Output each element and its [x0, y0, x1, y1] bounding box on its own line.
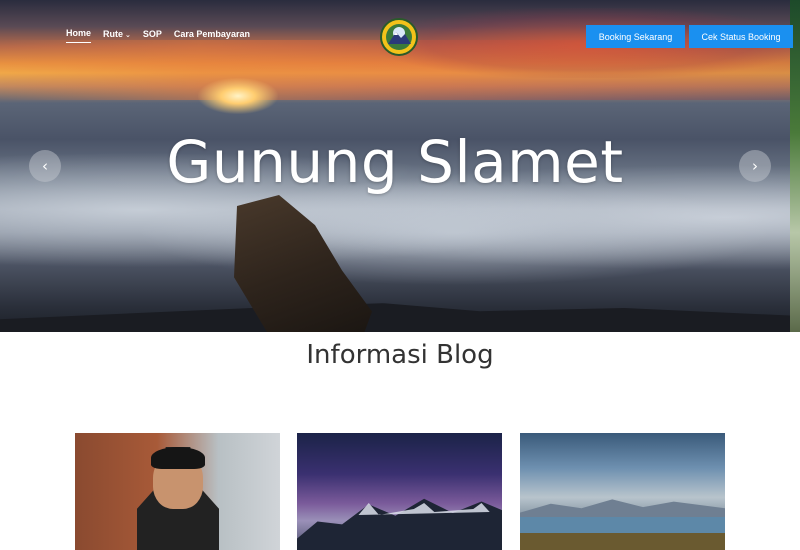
main-nav: Home Rute ⌄ SOP Cara Pembayaran: [66, 28, 250, 43]
blog-card-image[interactable]: [297, 433, 502, 550]
mountain-silhouette: [297, 498, 502, 550]
nav-item-home[interactable]: Home: [66, 28, 92, 43]
lake: [520, 517, 725, 533]
foreground-land: [520, 533, 725, 550]
booking-now-button[interactable]: Booking Sekarang: [586, 25, 685, 48]
blog-section-title: Informasi Blog: [306, 340, 494, 370]
blog-card-image[interactable]: [520, 433, 725, 550]
nav-item-sop[interactable]: SOP: [143, 28, 162, 43]
carousel-prev-button[interactable]: ‹: [29, 150, 61, 182]
mountain-ridge: [0, 303, 800, 332]
nav-item-label: SOP: [142, 28, 162, 39]
chevron-down-icon: ⌄: [125, 31, 131, 39]
chevron-right-icon: ›: [752, 157, 758, 175]
carousel-next-button[interactable]: ›: [739, 150, 771, 182]
nav-item-label: Cara Pembayaran: [173, 28, 250, 39]
nav-item-label: Rute: [103, 28, 124, 39]
next-slide-peek: [790, 0, 800, 332]
mountain-logo-icon[interactable]: [380, 18, 418, 56]
person-hair: [151, 447, 205, 469]
distant-mountains: [520, 499, 725, 517]
nav-item-label: Home: [66, 28, 92, 38]
chevron-left-icon: ‹: [42, 157, 48, 175]
nav-item-rute[interactable]: Rute ⌄: [103, 28, 131, 43]
nav-item-cara-pembayaran[interactable]: Cara Pembayaran: [174, 28, 250, 43]
hero-title: Gunung Slamet: [166, 128, 624, 196]
check-booking-status-button[interactable]: Cek Status Booking: [689, 25, 793, 48]
sun: [198, 78, 278, 114]
blog-card-image[interactable]: [75, 433, 280, 550]
